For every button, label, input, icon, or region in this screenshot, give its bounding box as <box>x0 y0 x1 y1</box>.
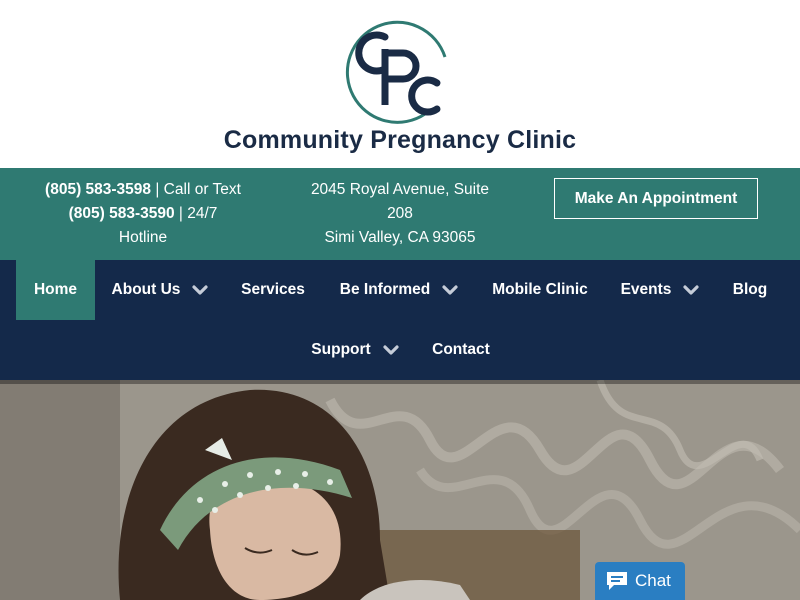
nav-shadow <box>0 380 800 384</box>
site-name[interactable]: Community Pregnancy Clinic <box>0 126 800 155</box>
make-appointment-button[interactable]: Make An Appointment <box>554 178 758 219</box>
nav-label: About Us <box>111 281 181 298</box>
contact-info-bar: (805) 583-3598 | Call or Text (805) 583-… <box>0 168 800 260</box>
chat-button[interactable]: Chat <box>595 562 685 600</box>
chat-label: Chat <box>635 571 671 590</box>
nav-item-support[interactable]: Support <box>300 320 410 380</box>
nav-item-be-informed[interactable]: Be Informed <box>330 260 468 320</box>
nav-label: Events <box>620 281 672 298</box>
nav-label: Mobile Clinic <box>492 281 588 298</box>
phone-2-hotline: Hotline <box>118 229 168 246</box>
chevron-down-icon[interactable] <box>383 344 399 356</box>
nav-label: Be Informed <box>339 281 431 298</box>
nav-item-about-us[interactable]: About Us <box>104 260 216 320</box>
main-navigation: Home About Us Services Be Informed Mobil… <box>0 260 800 380</box>
chevron-down-icon[interactable] <box>683 284 700 296</box>
phone-line-1: (805) 583-3598 | Call or Text <box>30 178 256 202</box>
address-line-1: 2045 Royal Avenue, Suite <box>310 181 490 198</box>
nav-label: Services <box>241 281 305 298</box>
phone-2-suffix: | 24/7 <box>174 205 218 222</box>
chevron-down-icon[interactable] <box>442 284 458 296</box>
address-line-2: 208 <box>387 205 413 222</box>
nav-label: Contact <box>432 341 490 358</box>
phone-2-link[interactable]: (805) 583-3590 <box>69 205 175 222</box>
phone-numbers: (805) 583-3598 | Call or Text (805) 583-… <box>30 178 256 250</box>
nav-label: Home <box>33 281 78 298</box>
phone-1-suffix: | Call or Text <box>151 181 241 198</box>
nav-item-events[interactable]: Events <box>612 260 708 320</box>
clinic-address: 2045 Royal Avenue, Suite 208 Simi Valley… <box>300 178 500 250</box>
nav-item-contact[interactable]: Contact <box>422 320 500 380</box>
nav-item-home[interactable]: Home <box>16 260 95 320</box>
phone-1-link[interactable]: (805) 583-3598 <box>45 181 151 198</box>
nav-item-blog[interactable]: Blog <box>722 260 778 320</box>
chevron-down-icon[interactable] <box>192 284 209 296</box>
nav-item-services[interactable]: Services <box>228 260 318 320</box>
nav-label: Support <box>311 341 371 358</box>
nav-label: Blog <box>732 281 768 298</box>
cpc-logo-icon[interactable] <box>345 17 455 125</box>
site-header: Community Pregnancy Clinic <box>0 0 800 168</box>
nav-item-mobile-clinic[interactable]: Mobile Clinic <box>482 260 598 320</box>
chat-bubble-icon <box>607 572 627 590</box>
phone-line-2: (805) 583-3590 | 24/7 <box>30 202 256 226</box>
address-line-3: Simi Valley, CA 93065 <box>324 229 476 246</box>
